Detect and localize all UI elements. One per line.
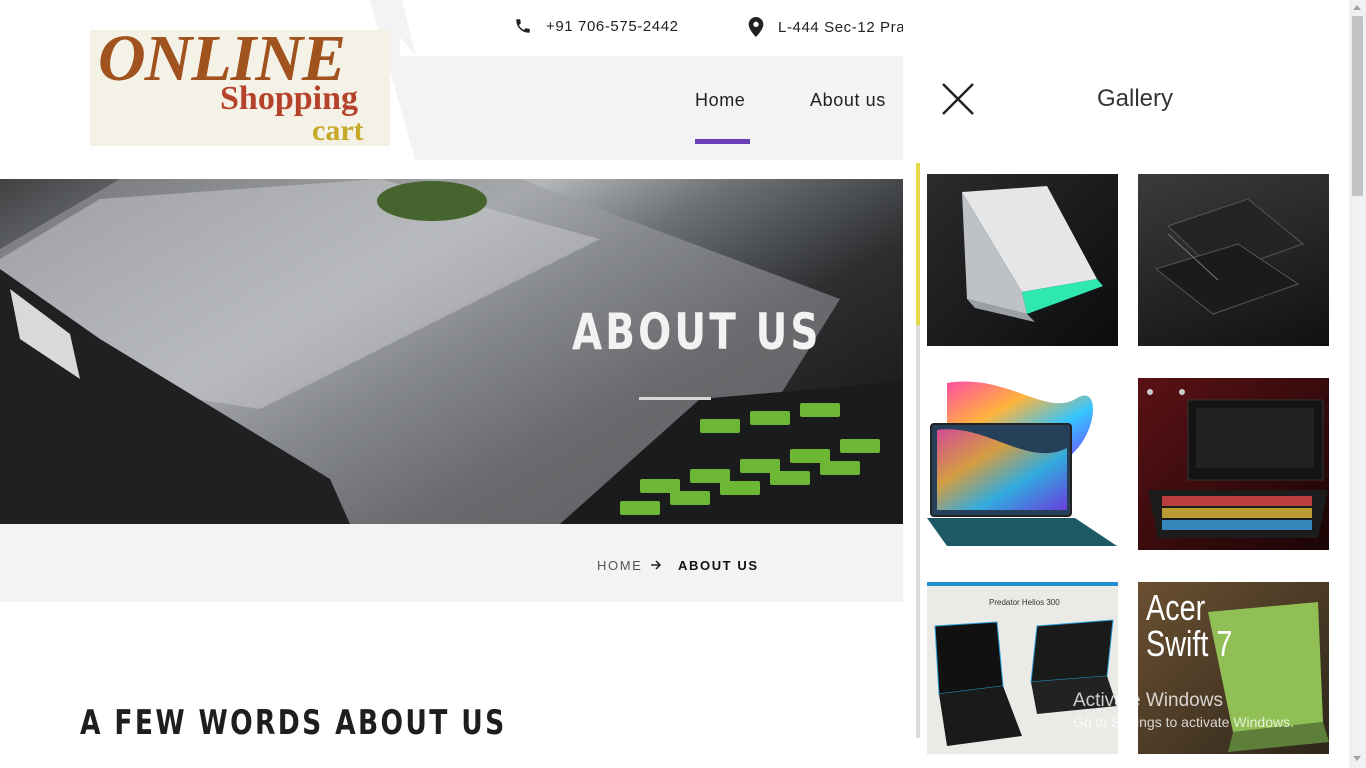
page-scrollbar[interactable] bbox=[1349, 0, 1366, 768]
activate-windows-watermark: Activate Windows bbox=[1073, 690, 1223, 711]
gallery-scrollbar[interactable] bbox=[916, 163, 920, 738]
arrow-right-icon bbox=[651, 560, 662, 570]
phone-number: +91 706-575-2442 bbox=[546, 17, 679, 35]
nav-active-indicator bbox=[695, 139, 750, 144]
gallery-image-3[interactable] bbox=[927, 378, 1118, 550]
laptop-black-open bbox=[1154, 198, 1305, 315]
hero-divider bbox=[639, 397, 711, 400]
section-title: A FEW WORDS ABOUT US bbox=[80, 703, 507, 743]
scroll-up-arrow-icon[interactable] bbox=[1353, 5, 1361, 10]
laptop-colorful-wave bbox=[927, 381, 1117, 546]
gallery-scroll-thumb[interactable] bbox=[916, 163, 920, 325]
thumb-caption-acer: Acer Swift 7 bbox=[1146, 587, 1233, 664]
close-button[interactable] bbox=[941, 82, 975, 116]
gallery-panel: Gallery Predator Helios 300 Acer Swift 7 bbox=[903, 0, 1349, 768]
address-text: L-444 Sec-12 Prata bbox=[778, 18, 919, 36]
breadcrumb-home[interactable]: HOME bbox=[597, 558, 642, 573]
thumb-caption-predator: Predator Helios 300 bbox=[989, 598, 1060, 607]
nav-about-us[interactable]: About us bbox=[810, 90, 886, 111]
gallery-title: Gallery bbox=[1097, 85, 1174, 112]
close-icon bbox=[942, 83, 974, 115]
map-pin-icon bbox=[748, 17, 764, 37]
phone-icon bbox=[516, 19, 530, 33]
site-logo[interactable]: ONLINE Shopping cart bbox=[90, 26, 390, 147]
page-scroll-thumb[interactable] bbox=[1352, 16, 1363, 196]
phone-contact[interactable]: +91 706-575-2442 bbox=[514, 17, 679, 35]
laptop-white-rgb bbox=[962, 186, 1103, 322]
scroll-down-arrow-icon[interactable] bbox=[1353, 756, 1361, 761]
gallery-image-2[interactable] bbox=[1138, 174, 1329, 346]
laptop-gaming-red bbox=[1147, 389, 1328, 538]
address-contact: L-444 Sec-12 Prata bbox=[748, 17, 919, 37]
nav-home[interactable]: Home bbox=[695, 90, 745, 111]
logo-line2: Shopping bbox=[220, 80, 358, 117]
activate-windows-subtext: Go to Settings to activate Windows. bbox=[1073, 714, 1294, 730]
hero-title: ABOUT US bbox=[572, 303, 822, 361]
logo-line3: cart bbox=[312, 114, 364, 147]
gallery-image-4[interactable] bbox=[1138, 378, 1329, 550]
breadcrumb-current: ABOUT US bbox=[678, 558, 759, 573]
gallery-image-1[interactable] bbox=[927, 174, 1118, 346]
